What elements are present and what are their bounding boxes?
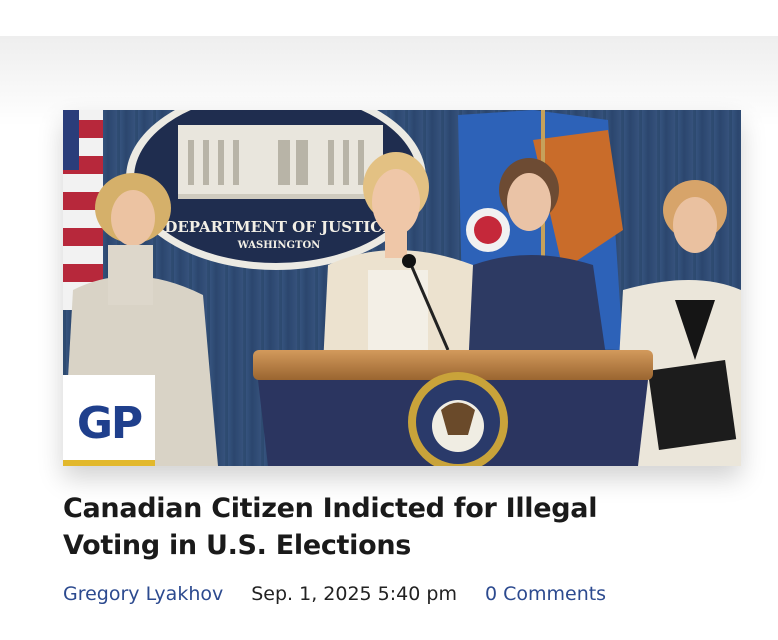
article-meta: Gregory Lyakhov Sep. 1, 2025 5:40 pm 0 C… bbox=[63, 580, 606, 608]
comments-link[interactable]: 0 Comments bbox=[485, 583, 606, 605]
gp-logo-underline bbox=[63, 460, 155, 466]
gp-logo-text: GP bbox=[76, 397, 143, 449]
seal-title: DEPARTMENT OF JUSTICE bbox=[164, 218, 393, 236]
podium bbox=[253, 350, 653, 466]
gp-logo-badge: GP bbox=[63, 375, 155, 466]
seal-subtitle: WASHINGTON bbox=[237, 240, 321, 251]
top-bar bbox=[0, 0, 778, 36]
featured-image-card[interactable]: DEPARTMENT OF JUSTICE WASHINGTON GP bbox=[63, 110, 741, 466]
article-title[interactable]: Canadian Citizen Indicted for Illegal Vo… bbox=[63, 490, 683, 564]
featured-photo[interactable]: DEPARTMENT OF JUSTICE WASHINGTON bbox=[63, 110, 741, 466]
author-link[interactable]: Gregory Lyakhov bbox=[63, 583, 223, 605]
publish-date: Sep. 1, 2025 5:40 pm bbox=[251, 583, 457, 605]
